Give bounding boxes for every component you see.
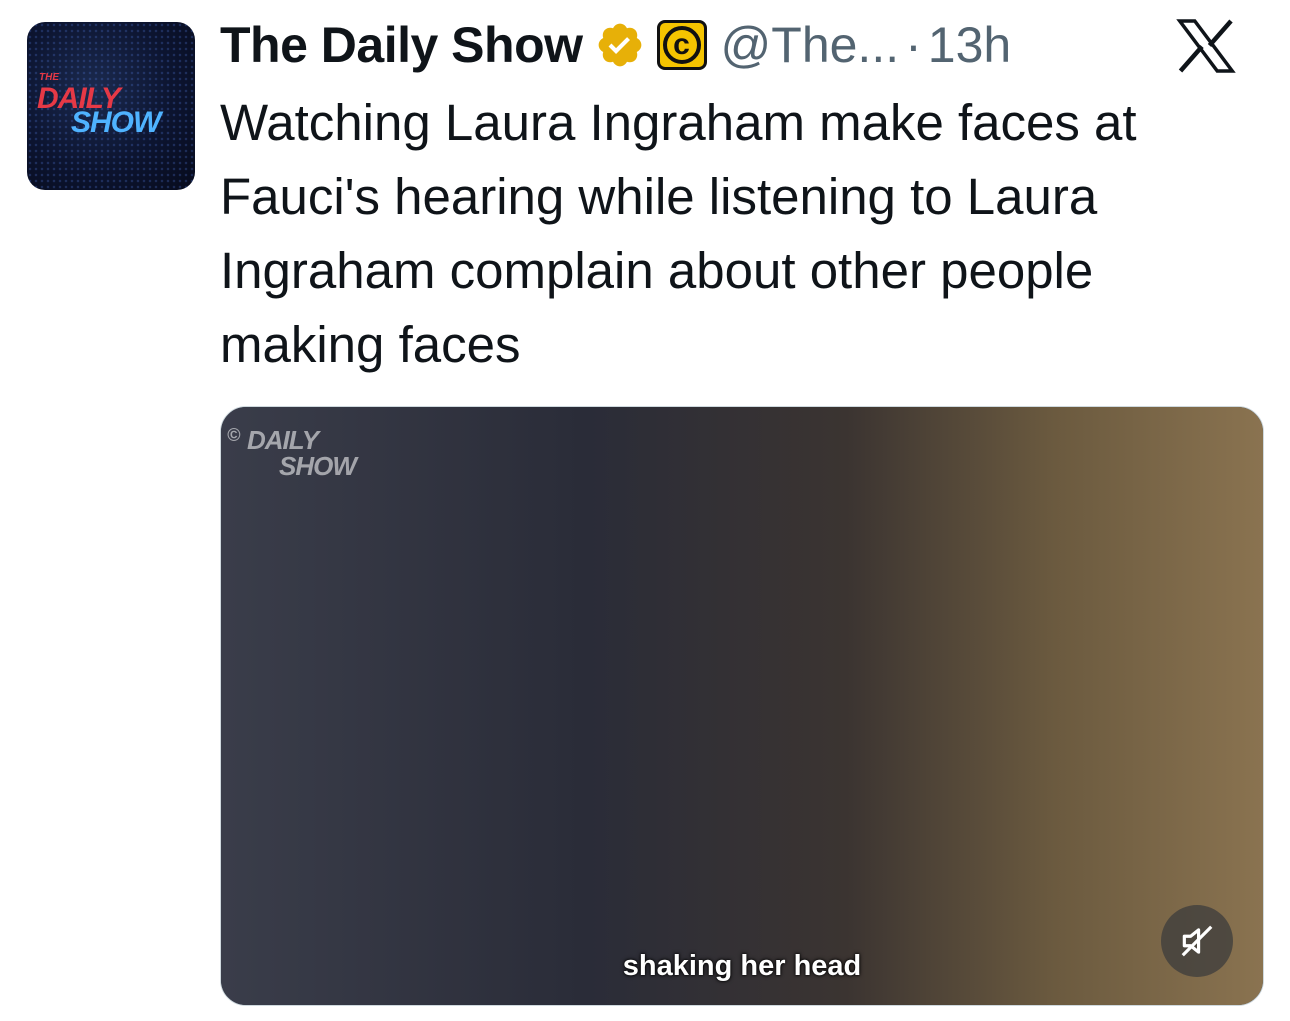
account-handle[interactable]: @The... <box>721 16 900 74</box>
comedy-central-badge-icon[interactable]: c <box>656 20 707 70</box>
mute-button[interactable] <box>1161 905 1233 977</box>
volume-muted-icon <box>1181 925 1213 957</box>
video-player[interactable]: © DAILY SHOW shaking her head <box>220 406 1264 1006</box>
video-frame <box>221 407 1263 1005</box>
daily-show-watermark: © DAILY SHOW <box>227 425 357 481</box>
verified-badge-icon[interactable] <box>595 20 645 70</box>
tweet-header: The Daily Show c @The... · 13h <box>220 10 1011 80</box>
avatar[interactable]: THE DAILY SHOW <box>27 22 195 190</box>
watermark-show: SHOW <box>279 451 357 481</box>
tweet-timestamp[interactable]: 13h <box>928 16 1011 74</box>
comedy-central-c-glyph: c <box>662 26 701 64</box>
separator-dot: · <box>905 17 922 73</box>
watermark-copyright: © <box>227 425 241 445</box>
account-name[interactable]: The Daily Show <box>220 16 583 74</box>
tweet-text: Watching Laura Ingraham make faces at Fa… <box>220 94 1137 373</box>
x-logo-icon[interactable] <box>1176 18 1236 74</box>
video-caption: shaking her head <box>622 950 862 982</box>
avatar-logo-show: SHOW <box>71 106 161 139</box>
